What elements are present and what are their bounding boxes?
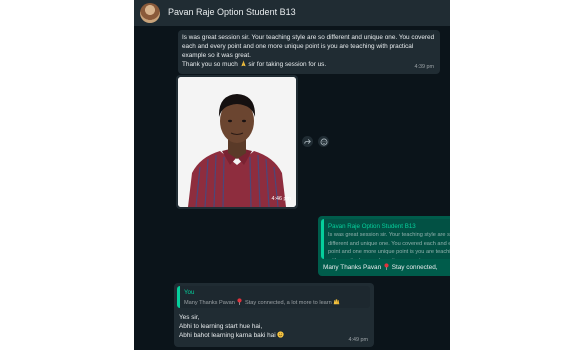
reply-text: Yes sir, Abhi to learning start hue hai,…: [179, 313, 369, 340]
reply-line-3-wrap: Abhi bahot learning karna baki hai: [179, 331, 369, 340]
forward-button[interactable]: [302, 136, 313, 147]
reply-end: Stay connected,: [391, 264, 438, 271]
reply-text: Many Thanks Pavan Stay connected,: [323, 263, 438, 272]
quoted-message[interactable]: You Many Thanks Pavan Stay connected, a …: [177, 286, 370, 308]
message-text: Is was great session sir. Your teaching …: [182, 33, 437, 69]
photo-time: 4:46 pm: [271, 196, 291, 202]
photo-message[interactable]: 4:46 pm: [176, 75, 298, 209]
quote-text: Many Thanks Pavan Stay connected, a lot …: [184, 298, 374, 308]
quoted-message[interactable]: Pavan Raje Option Student B13 Is was gre…: [321, 219, 450, 259]
incoming-message[interactable]: Is was great session sir. Your teaching …: [178, 30, 440, 74]
reply-line-1: Yes sir,: [179, 314, 200, 321]
quote-text: Is was great session sir. Your teaching …: [328, 232, 450, 259]
message-time: 4:49 pm: [348, 337, 368, 343]
quote-text-start: Many Thanks Pavan: [184, 300, 235, 306]
quote-text-end: Stay connected, a lot more to learn: [245, 300, 332, 306]
forward-icon: [304, 139, 311, 144]
quote-author: You: [184, 289, 195, 296]
quote-author: Pavan Raje Option Student B13: [328, 223, 416, 230]
photo-actions: [302, 136, 329, 147]
contact-name[interactable]: Pavan Raje Option Student B13: [168, 7, 296, 17]
reply-start: Many Thanks Pavan: [323, 264, 382, 271]
folded-hands-emoji-icon: [240, 60, 246, 67]
chat-header[interactable]: Pavan Raje Option Student B13: [134, 0, 450, 26]
incoming-reply-message[interactable]: You Many Thanks Pavan Stay connected, a …: [174, 283, 374, 347]
outgoing-message[interactable]: Pavan Raje Option Student B13 Is was gre…: [318, 216, 450, 276]
message-thanks: Thank you so much: [182, 61, 238, 68]
red-pin-emoji-icon: [384, 263, 389, 270]
red-pin-emoji-icon: [237, 298, 243, 305]
chat-window: Pavan Raje Option Student B13 Is was gre…: [134, 0, 450, 350]
emoji-reaction-icon: [320, 138, 327, 145]
smiling-face-emoji-icon: [277, 331, 285, 338]
reply-line-3: Abhi bahot learning karna baki hai: [179, 332, 276, 339]
photo-image[interactable]: 4:46 pm: [178, 77, 296, 207]
reply-line-2: Abhi to learning start hue hai,: [179, 323, 263, 330]
avatar[interactable]: [140, 3, 160, 23]
raised-hands-emoji-icon: [334, 299, 340, 305]
message-body: Is was great session sir. Your teaching …: [182, 34, 435, 59]
react-button[interactable]: [318, 136, 329, 147]
message-time: 4:39 pm: [414, 64, 434, 70]
message-thanks-end: sir for taking session for us.: [248, 61, 327, 68]
person-photo: [178, 77, 296, 207]
